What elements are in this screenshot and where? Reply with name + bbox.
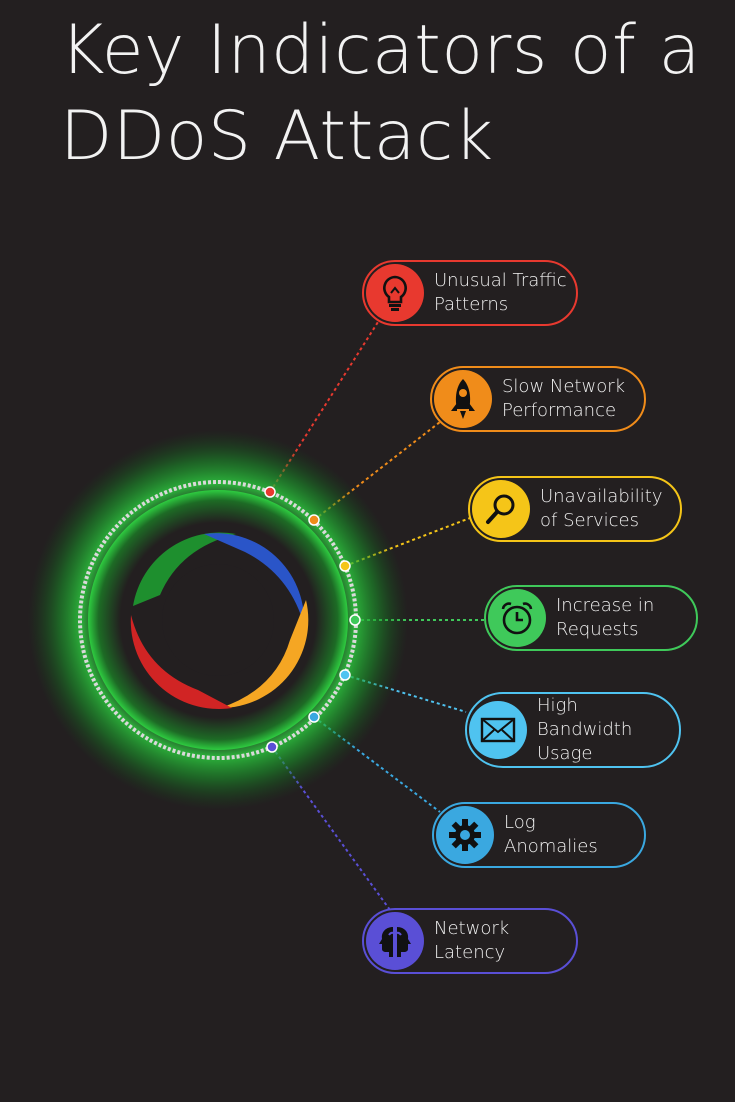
connector-dot xyxy=(266,741,278,753)
indicator-label-line3: Usage xyxy=(537,743,593,764)
indicator-label: Network Latency xyxy=(434,917,509,965)
indicator-label-line2: Performance xyxy=(502,400,617,421)
heads-icon xyxy=(366,912,424,970)
indicator-label-line1: Network xyxy=(434,918,510,939)
connector-dot xyxy=(308,711,320,723)
alarm-clock-icon xyxy=(488,589,546,647)
indicator-label-line2: Latency xyxy=(434,942,506,963)
indicator-pill: Unavailability of Services xyxy=(468,476,682,542)
indicator-pill: Network Latency xyxy=(362,908,578,974)
indicator-label-line2: Anomalies xyxy=(504,836,598,857)
indicator-label-line2: Requests xyxy=(556,619,639,640)
connector-dot xyxy=(264,486,276,498)
indicator-label-line1: High xyxy=(537,695,578,716)
indicator-label-line1: Unavailability xyxy=(540,486,663,507)
magnifier-icon xyxy=(472,480,530,538)
indicator-label-line2: of Services xyxy=(540,510,639,531)
indicator-label: High Bandwidth Usage xyxy=(537,694,632,766)
indicator-pill: Increase in Requests xyxy=(484,585,698,651)
indicator-label-line1: Increase in xyxy=(556,595,655,616)
indicator-label-line2: Bandwidth xyxy=(537,719,633,740)
indicator-pill: Unusual Traffic Patterns xyxy=(362,260,578,326)
indicator-label-line1: Unusual Traffic xyxy=(434,270,567,291)
connector-dot xyxy=(339,560,351,572)
indicator-label-line2: Patterns xyxy=(434,294,509,315)
indicator-label: Unavailability of Services xyxy=(540,485,662,533)
indicator-label: Slow Network Performance xyxy=(502,375,625,423)
connector-dot xyxy=(349,614,361,626)
indicator-label-line1: Slow Network xyxy=(502,376,626,397)
indicator-pill: Slow Network Performance xyxy=(430,366,646,432)
envelope-icon xyxy=(469,701,527,759)
connector-dot xyxy=(308,514,320,526)
indicator-pill: Log Anomalies xyxy=(432,802,646,868)
gear-icon xyxy=(436,806,494,864)
indicator-label: Increase in Requests xyxy=(556,594,654,642)
rocket-icon xyxy=(434,370,492,428)
indicator-pill: High Bandwidth Usage xyxy=(465,692,681,768)
indicator-label: Log Anomalies xyxy=(504,811,598,859)
indicator-label-line1: Log xyxy=(504,812,536,833)
lightbulb-icon xyxy=(366,264,424,322)
connector-dot xyxy=(339,669,351,681)
indicator-label: Unusual Traffic Patterns xyxy=(434,269,567,317)
